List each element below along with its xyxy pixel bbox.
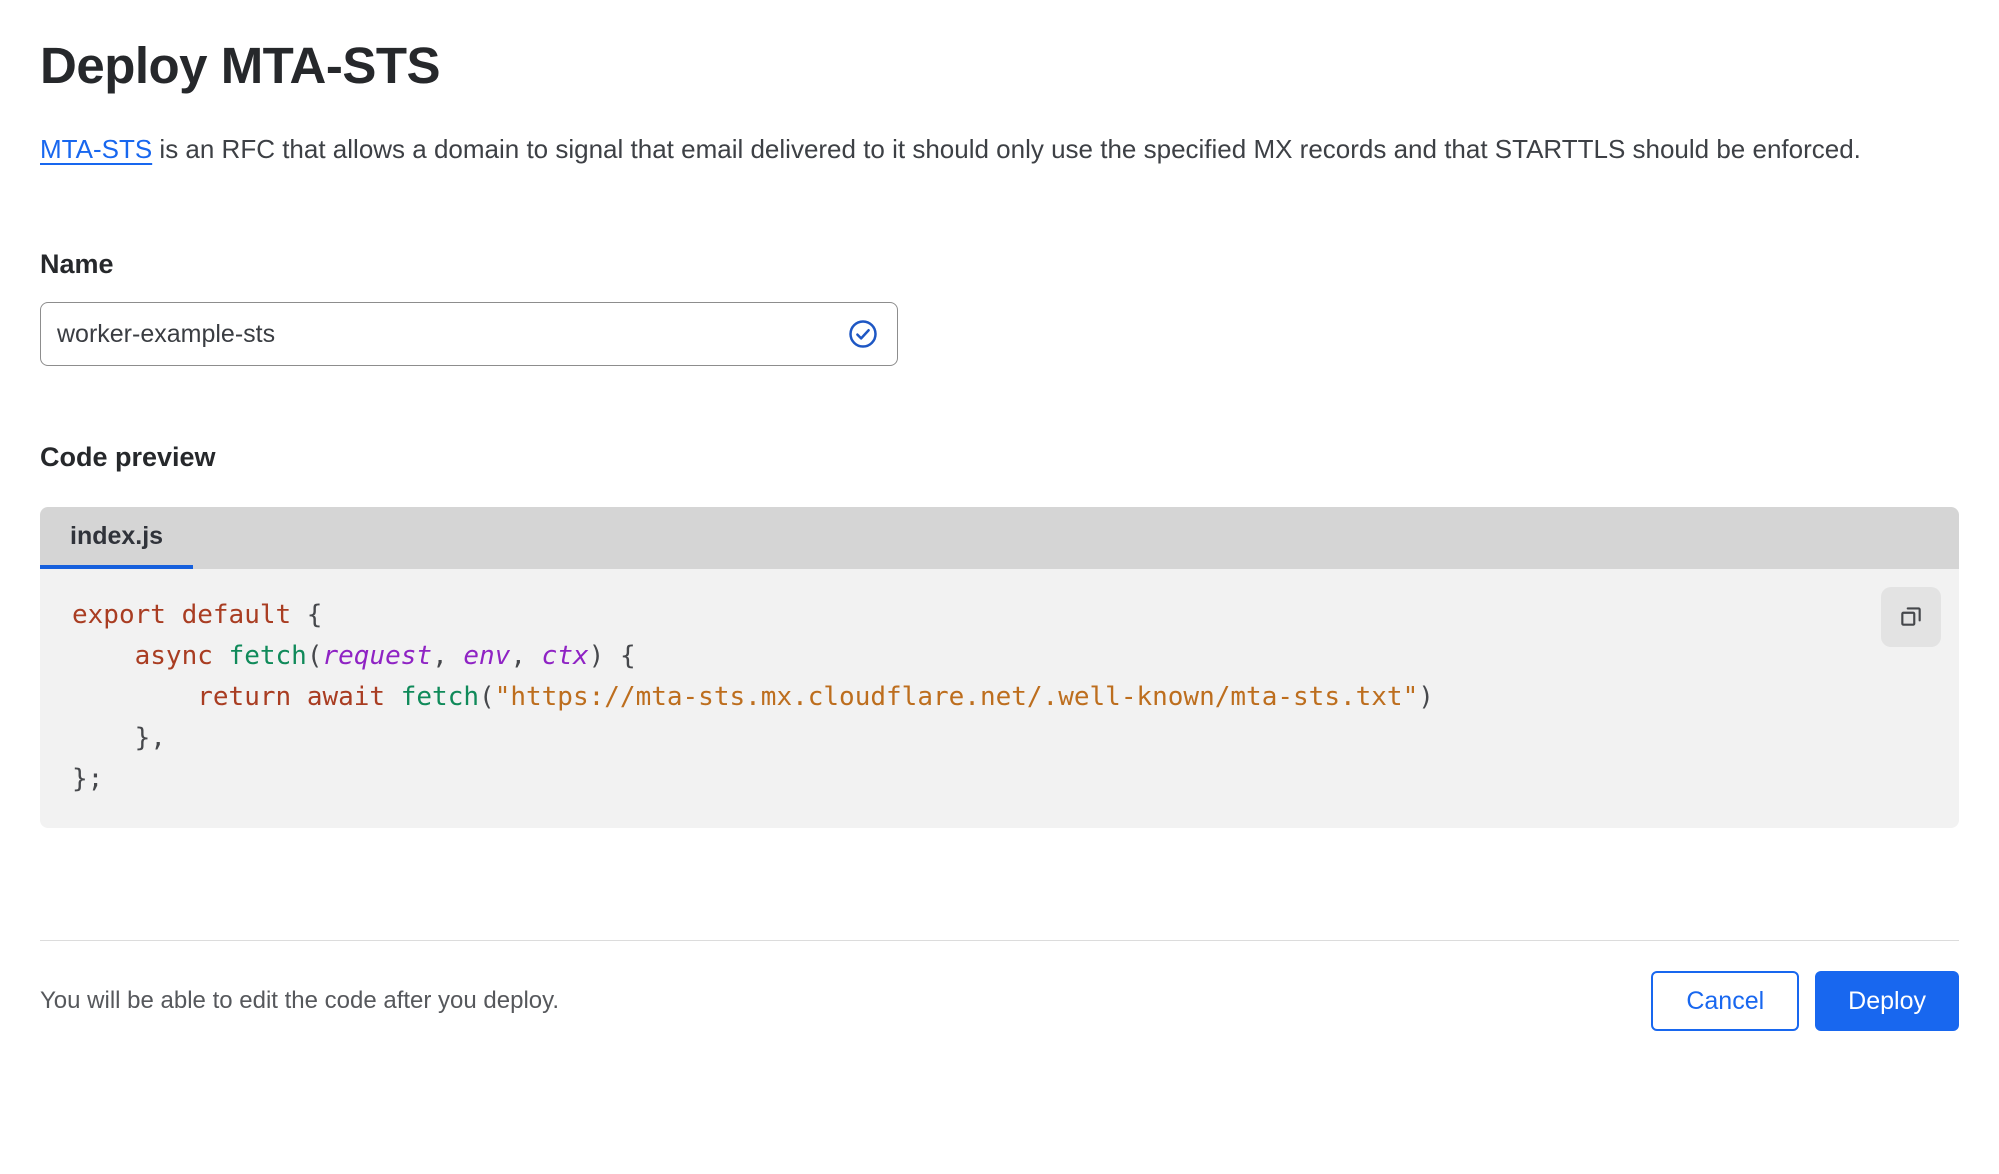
name-input[interactable] xyxy=(40,302,898,366)
code-lines: export default { async fetch(request, en… xyxy=(40,595,1959,800)
footer-note: You will be able to edit the code after … xyxy=(40,987,560,1014)
page-title: Deploy MTA-STS xyxy=(40,37,441,94)
tab-index-js[interactable]: index.js xyxy=(40,507,194,569)
code-line: export default { xyxy=(72,600,323,630)
intro-text: is an RFC that allows a domain to signal… xyxy=(152,134,1861,164)
mta-sts-link[interactable]: MTA-STS xyxy=(40,134,152,164)
code-area: export default { async fetch(request, en… xyxy=(40,569,1959,828)
footer-actions: Cancel Deploy xyxy=(1651,971,1959,1031)
code-line: async fetch(request, env, ctx) { xyxy=(134,641,636,671)
name-label: Name xyxy=(40,249,114,279)
cancel-button[interactable]: Cancel xyxy=(1651,971,1800,1031)
copy-icon xyxy=(1898,603,1924,632)
intro-paragraph: MTA-STS is an RFC that allows a domain t… xyxy=(40,127,1950,171)
deploy-mta-sts-page: Deploy MTA-STS MTA-STS is an RFC that al… xyxy=(0,36,1999,1031)
code-preview-card: index.js export default { async fetch(re… xyxy=(40,507,1959,828)
code-preview-label: Code preview xyxy=(40,442,216,472)
footer-divider xyxy=(40,940,1959,941)
check-circle-icon xyxy=(848,319,878,349)
code-line: }, xyxy=(72,723,166,753)
footer: You will be able to edit the code after … xyxy=(40,971,1959,1031)
code-line: return await fetch("https://mta-sts.mx.c… xyxy=(197,682,1434,712)
copy-code-button[interactable] xyxy=(1881,587,1941,647)
deploy-button[interactable]: Deploy xyxy=(1815,971,1959,1031)
tab-label: index.js xyxy=(70,521,164,550)
code-tab-bar: index.js xyxy=(40,507,1959,569)
name-input-wrap xyxy=(40,302,898,366)
code-line: }; xyxy=(72,764,104,794)
